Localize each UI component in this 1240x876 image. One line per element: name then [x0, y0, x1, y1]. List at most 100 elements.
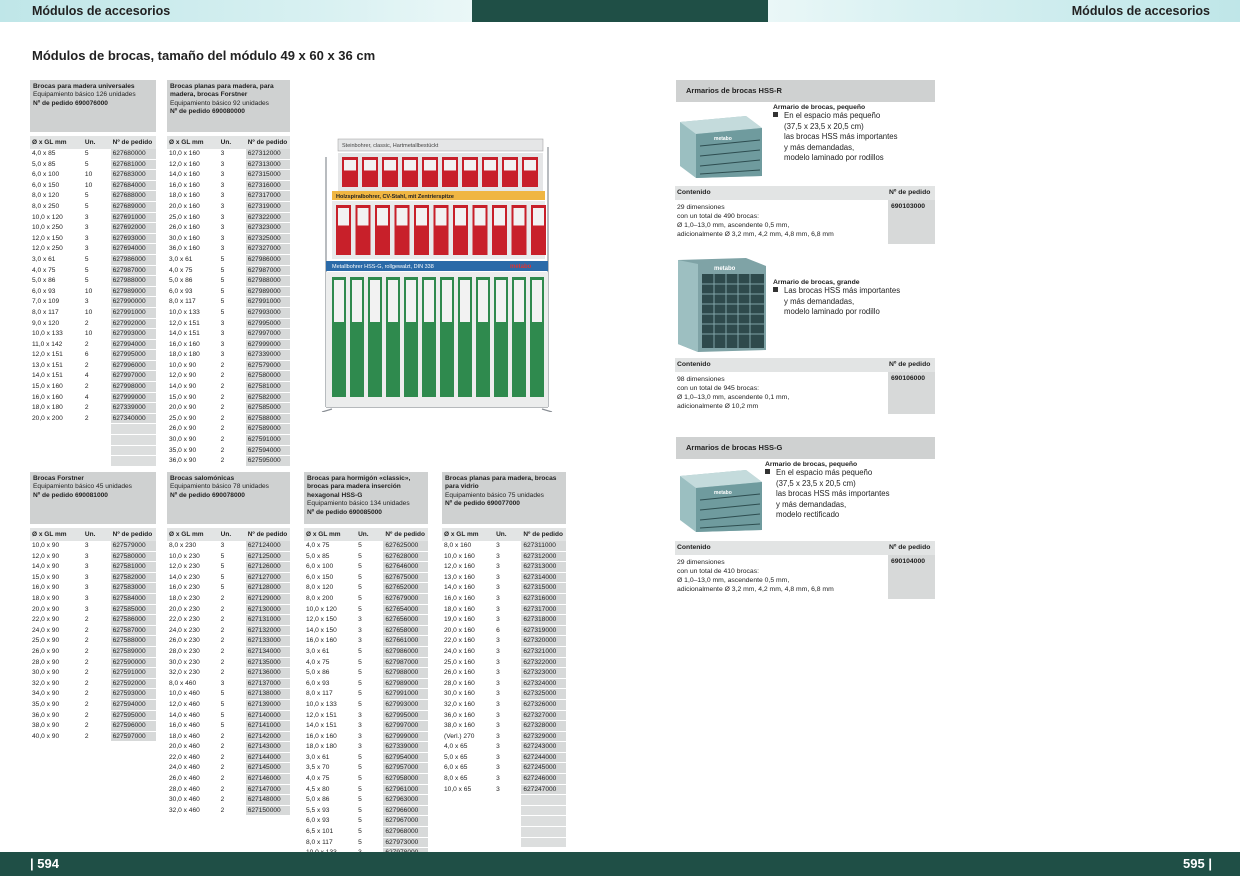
- table-row: 14,0 x 151 3 627997000: [167, 328, 290, 340]
- order-cell: 627991000: [245, 296, 290, 308]
- order-cell: 627318000: [521, 614, 566, 626]
- drill-pack-label: [364, 160, 376, 171]
- size-cell: 35,0 x 90: [167, 445, 219, 457]
- table-row: 15,0 x 90 2 627582000: [167, 392, 290, 404]
- size-cell: 8,0 x 117: [167, 296, 219, 308]
- size-cell: 11,0 x 142: [30, 339, 83, 351]
- order-cell: [110, 434, 156, 446]
- table-row: 13,0 x 151 2 627996000: [30, 360, 156, 372]
- content-line: 29 dimensiones: [677, 204, 725, 211]
- order-cell: 627323000: [245, 222, 290, 234]
- size-cell: 3,5 x 70: [304, 762, 357, 775]
- feature-line: Las brocas HSS más importantes: [773, 286, 938, 297]
- feature-text: y más demandadas,: [776, 499, 847, 509]
- order-cell: 627311000: [521, 541, 566, 552]
- qty-cell: 5: [356, 646, 384, 658]
- order-cell: 627147000: [245, 784, 290, 796]
- order-cell: 627339000: [110, 402, 156, 414]
- order-cell: 627132000: [245, 625, 290, 637]
- size-cell: 38,0 x 160: [442, 720, 495, 732]
- table-row: [30, 445, 156, 457]
- size-cell: 14,0 x 160: [167, 169, 219, 181]
- table-header-box: Brocas Forstner Equipamiento básico 45 un…: [30, 472, 156, 524]
- qty-cell: 3: [356, 625, 384, 637]
- qty-cell: 2: [82, 614, 111, 626]
- order-number: Nº de pedido 690081000: [33, 491, 108, 499]
- qty-cell: 2: [218, 625, 246, 637]
- qty-cell: 5: [356, 551, 384, 563]
- qty-cell: 2: [218, 445, 246, 457]
- qty-cell: 10: [82, 307, 111, 319]
- product-name: Brocas planas para madera, para madera, …: [170, 83, 274, 99]
- table-row: 8,0 x 65 3 627246000: [442, 773, 566, 785]
- qty-cell: 3: [494, 710, 522, 722]
- qty-cell: 5: [82, 159, 111, 171]
- size-cell: 26,0 x 160: [442, 667, 495, 679]
- order-cell: 627646000: [383, 561, 428, 573]
- hss-r-small-table: Contenido Nº de pedido 29 dimensiones con …: [675, 186, 935, 244]
- size-cell: 4,0 x 75: [30, 265, 83, 277]
- qty-cell: 2: [218, 741, 246, 753]
- qty-cell: 10: [82, 286, 111, 298]
- feature-text: (37,5 x 23,5 x 20,5 cm): [776, 478, 856, 488]
- table-row: 5,5 x 93 5 627966000: [304, 805, 428, 817]
- bullet-square-icon: [773, 287, 778, 292]
- table-flat-glass: Brocas planas para madera, brocas para v…: [442, 472, 566, 849]
- hss-r-small-order: 690103000: [888, 200, 935, 244]
- table-row: 6,0 x 150 5 627675000: [304, 572, 428, 584]
- header-right-title: Módulos de accesorios: [1071, 4, 1210, 18]
- content-line: Ø 1,0–13,0 mm, ascendente 0,5 mm,: [677, 577, 790, 584]
- table-row: 9,0 x 120 2 627992000: [30, 318, 156, 330]
- size-cell: 24,0 x 230: [167, 625, 219, 637]
- table-row: 28,0 x 90 2 627590000: [30, 657, 156, 669]
- qty-cell: 5: [356, 815, 384, 828]
- size-cell: 36,0 x 160: [442, 710, 495, 722]
- order-cell: 627313000: [521, 561, 566, 573]
- size-cell: 5,0 x 85: [304, 551, 357, 563]
- content-line: adicionalmente Ø 10,2 mm: [677, 403, 759, 410]
- table-header-box: Brocas para hormigón «classic», brocas p…: [304, 472, 428, 524]
- drill-pack-label: [444, 160, 456, 171]
- order-cell: 627589000: [110, 646, 156, 658]
- drill-pack-label: [357, 208, 369, 226]
- hss-r-header: Armarios de brocas HSS-R: [676, 80, 935, 102]
- size-cell: 16,0 x 460: [167, 720, 219, 732]
- size-cell: 26,0 x 160: [167, 222, 219, 234]
- qty-cell: 3: [82, 222, 111, 234]
- table-row: 35,0 x 90 2 627594000: [30, 699, 156, 711]
- table-row: 26,0 x 460 2 627146000: [167, 773, 290, 785]
- drill-pack-label: [344, 160, 356, 171]
- product-name: Brocas para hormigón «classic», brocas p…: [307, 475, 411, 499]
- size-cell: 14,0 x 160: [442, 582, 495, 594]
- table-row: 10,0 x 250 3 627692000: [30, 222, 156, 234]
- order-cell: 627316000: [245, 180, 290, 192]
- qty-cell: 3: [218, 318, 246, 330]
- table-row: 14,0 x 150 3 627658000: [304, 625, 428, 637]
- size-cell: 18,0 x 160: [167, 190, 219, 202]
- order-cell: 627324000: [521, 678, 566, 690]
- table-row: 12,0 x 90 3 627580000: [30, 551, 156, 563]
- drill-pack-label: [514, 280, 524, 322]
- size-cell: 10,0 x 133: [304, 699, 357, 711]
- qty-cell: 3: [494, 635, 522, 647]
- size-cell: 5,0 x 86: [304, 667, 357, 679]
- order-cell: 627131000: [245, 614, 290, 626]
- qty-cell: 5: [82, 275, 111, 287]
- size-cell: 12,0 x 160: [167, 159, 219, 171]
- qty-col-header: Un.: [82, 136, 111, 149]
- drill-table: Ø x GL mm Un. Nº de pedido 4,0 x 75 5 6276250…: [304, 528, 428, 859]
- qty-cell: 3: [494, 773, 522, 785]
- order-cell: 627652000: [383, 582, 428, 594]
- qty-cell: 5: [356, 688, 384, 700]
- order-number: Nº de pedido 690085000: [307, 508, 382, 516]
- size-cell: 36,0 x 90: [167, 455, 219, 467]
- table-row: 30,0 x 460 2 627148000: [167, 794, 290, 806]
- order-cell: 627244000: [521, 752, 566, 764]
- order-cell: 627963000: [383, 794, 428, 806]
- table-row: 5,0 x 86 5 627988000: [30, 275, 156, 287]
- table-forstner: Brocas Forstner Equipamiento básico 45 un…: [30, 472, 156, 743]
- order-cell: 627989000: [245, 286, 290, 298]
- size-cell: 26,0 x 460: [167, 773, 219, 785]
- size-cell: 4,0 x 85: [30, 149, 83, 160]
- size-cell: 28,0 x 460: [167, 784, 219, 796]
